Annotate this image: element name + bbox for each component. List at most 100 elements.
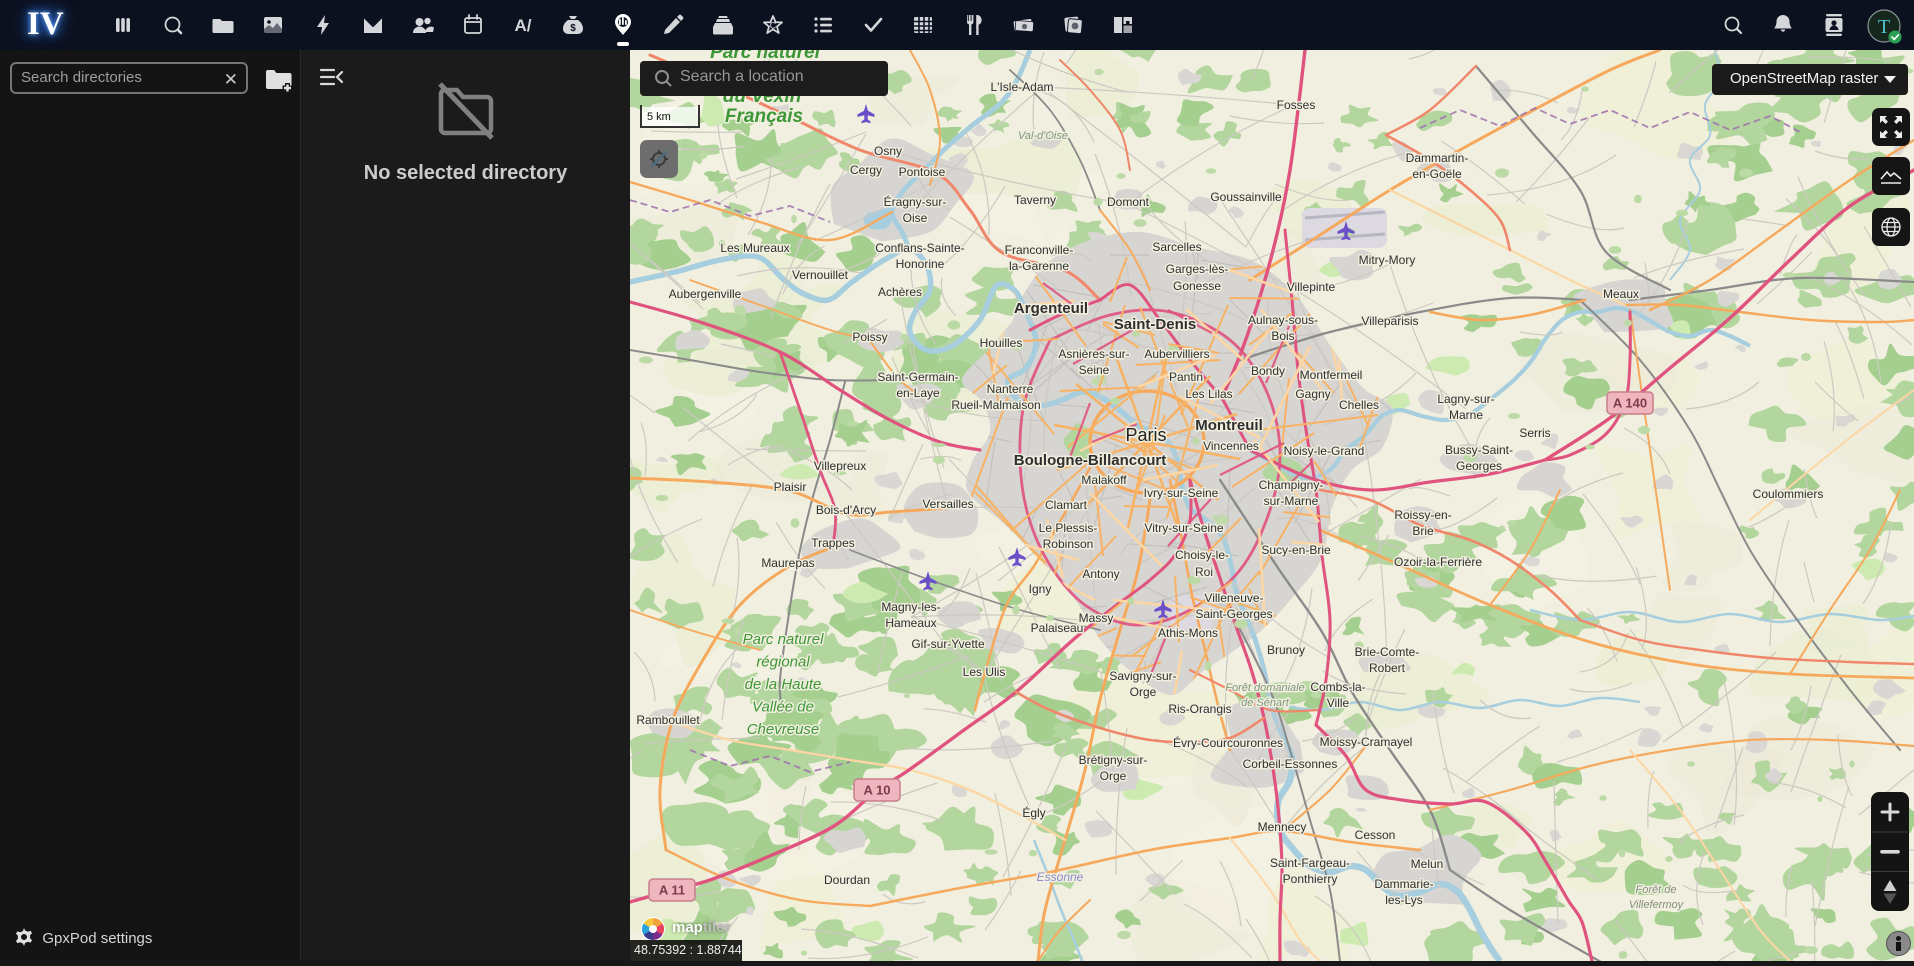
svg-text:Palaiseau: Palaiseau: [1031, 621, 1084, 635]
svg-text:Orge: Orge: [1100, 769, 1127, 783]
svg-text:Honorine: Honorine: [896, 257, 945, 271]
svg-text:Pontoise: Pontoise: [899, 165, 946, 179]
svg-text:Parc naturel: Parc naturel: [743, 631, 825, 648]
svg-text:Pantin: Pantin: [1169, 370, 1203, 384]
svg-text:Dammarie-: Dammarie-: [1374, 877, 1433, 891]
svg-text:Lagny-sur-: Lagny-sur-: [1437, 392, 1494, 406]
svg-text:Choisy-le-: Choisy-le-: [1175, 548, 1229, 562]
svg-text:Sucy-en-Brie: Sucy-en-Brie: [1261, 543, 1331, 557]
svg-text:Villeparisis: Villeparisis: [1361, 314, 1418, 328]
svg-text:de la Haute: de la Haute: [745, 676, 822, 693]
svg-text:Paris: Paris: [1125, 425, 1166, 445]
svg-text:Brétigny-sur-: Brétigny-sur-: [1079, 753, 1148, 767]
svg-text:Villepreux: Villepreux: [814, 459, 866, 473]
svg-text:Franconville-: Franconville-: [1005, 243, 1074, 257]
svg-text:Aubergenville: Aubergenville: [669, 287, 742, 301]
svg-text:Saint-Germain-: Saint-Germain-: [877, 370, 958, 384]
svg-text:Montfermeil: Montfermeil: [1300, 368, 1363, 382]
svg-text:Antony: Antony: [1082, 567, 1119, 581]
svg-text:Poissy: Poissy: [852, 330, 887, 344]
svg-text:Égly: Égly: [1022, 805, 1045, 820]
svg-text:Rambouillet: Rambouillet: [636, 713, 700, 727]
svg-text:Osny: Osny: [874, 144, 902, 158]
svg-text:Ponthierry: Ponthierry: [1283, 872, 1338, 886]
svg-text:A 10: A 10: [864, 783, 891, 798]
svg-text:Évry-Courcouronnes: Évry-Courcouronnes: [1173, 735, 1283, 750]
svg-text:Nanterre: Nanterre: [987, 382, 1034, 396]
svg-text:Mennecy: Mennecy: [1258, 820, 1307, 834]
svg-text:A/: A/: [515, 16, 532, 35]
svg-text:Éragny-sur-: Éragny-sur-: [884, 194, 947, 209]
svg-text:Brunoy: Brunoy: [1267, 643, 1305, 657]
svg-text:Dourdan: Dourdan: [824, 873, 870, 887]
svg-text:Gif-sur-Yvette: Gif-sur-Yvette: [911, 637, 985, 651]
svg-text:Moissy-Cramayel: Moissy-Cramayel: [1320, 735, 1413, 749]
svg-text:Boulogne-Billancourt: Boulogne-Billancourt: [1014, 452, 1167, 469]
svg-text:Brie: Brie: [1412, 524, 1434, 538]
svg-text:Bois: Bois: [1271, 329, 1294, 343]
svg-text:Igny: Igny: [1029, 582, 1052, 596]
svg-text:Robinson: Robinson: [1043, 537, 1094, 551]
svg-text:Val-d'Oise: Val-d'Oise: [1018, 130, 1068, 142]
svg-text:Vernouillet: Vernouillet: [792, 268, 849, 282]
svg-text:Montreuil: Montreuil: [1195, 417, 1263, 434]
svg-text:Serris: Serris: [1519, 426, 1550, 440]
svg-text:Malakoff: Malakoff: [1081, 473, 1127, 487]
svg-text:Marne: Marne: [1449, 408, 1483, 422]
svg-text:Ris-Orangis: Ris-Orangis: [1168, 702, 1231, 716]
svg-text:Saint-Denis: Saint-Denis: [1114, 316, 1197, 333]
svg-text:T: T: [1878, 16, 1890, 38]
svg-text:Versailles: Versailles: [922, 497, 973, 511]
svg-text:Georges: Georges: [1456, 459, 1502, 473]
svg-text:Sarcelles: Sarcelles: [1152, 240, 1201, 254]
svg-text:Roissy-en-: Roissy-en-: [1394, 508, 1451, 522]
svg-text:Villefermoy: Villefermoy: [1629, 899, 1685, 911]
svg-text:Orge: Orge: [1130, 685, 1157, 699]
svg-text:Gagny: Gagny: [1295, 387, 1330, 401]
svg-text:Cergy: Cergy: [850, 163, 882, 177]
svg-text:Bondy: Bondy: [1251, 364, 1285, 378]
svg-text:Les Ulis: Les Ulis: [963, 665, 1006, 679]
svg-text:Domont: Domont: [1107, 195, 1150, 209]
svg-text:Vincennes: Vincennes: [1203, 439, 1259, 453]
svg-text:Taverny: Taverny: [1014, 193, 1056, 207]
svg-text:Dammartin-: Dammartin-: [1406, 151, 1469, 165]
svg-text:les-Lys: les-Lys: [1385, 893, 1423, 907]
svg-text:Ozoir-la-Ferrière: Ozoir-la-Ferrière: [1394, 555, 1482, 569]
svg-text:Ville: Ville: [1327, 696, 1350, 710]
svg-text:Les Mureaux: Les Mureaux: [720, 241, 789, 255]
svg-text:Ivry-sur-Seine: Ivry-sur-Seine: [1144, 486, 1219, 500]
svg-text:régional: régional: [756, 654, 810, 671]
svg-text:Forêt de: Forêt de: [1636, 884, 1677, 896]
svg-text:Clamart: Clamart: [1045, 498, 1088, 512]
svg-text:Seine: Seine: [1079, 363, 1110, 377]
svg-text:Corbeil-Essonnes: Corbeil-Essonnes: [1243, 757, 1338, 771]
svg-text:Villeneuve-: Villeneuve-: [1204, 591, 1263, 605]
svg-text:Houilles: Houilles: [980, 336, 1023, 350]
svg-text:de Sénart: de Sénart: [1241, 697, 1290, 709]
svg-text:Conflans-Sainte-: Conflans-Sainte-: [875, 241, 964, 255]
svg-text:Argenteuil: Argenteuil: [1014, 300, 1088, 317]
svg-text:A 11: A 11: [659, 883, 685, 898]
svg-text:Oise: Oise: [903, 211, 928, 225]
svg-text:Athis-Mons: Athis-Mons: [1158, 626, 1218, 640]
svg-text:Noisy-le-Grand: Noisy-le-Grand: [1284, 444, 1365, 458]
svg-text:Roi: Roi: [1195, 565, 1213, 579]
svg-text:Combs-la-: Combs-la-: [1310, 680, 1365, 694]
svg-text:Robert: Robert: [1369, 661, 1406, 675]
svg-text:la-Garenne: la-Garenne: [1009, 259, 1069, 273]
svg-text:Maurepas: Maurepas: [761, 556, 814, 570]
svg-text:L'Isle-Adam: L'Isle-Adam: [991, 80, 1054, 94]
svg-text:Saint-Georges: Saint-Georges: [1195, 607, 1272, 621]
svg-text:C: C: [770, 21, 777, 31]
svg-text:en-Laye: en-Laye: [896, 386, 940, 400]
svg-text:Plaisir: Plaisir: [774, 480, 807, 494]
svg-text:Bussy-Saint-: Bussy-Saint-: [1445, 443, 1513, 457]
svg-text:$: $: [570, 23, 576, 34]
svg-text:Chelles: Chelles: [1339, 398, 1379, 412]
svg-text:Saint-Fargeau-: Saint-Fargeau-: [1270, 856, 1350, 870]
svg-text:Hameaux: Hameaux: [885, 616, 936, 630]
svg-text:Vallée de: Vallée de: [752, 699, 814, 716]
svg-text:Fosses: Fosses: [1277, 98, 1316, 112]
svg-text:en-Goële: en-Goële: [1412, 167, 1462, 181]
